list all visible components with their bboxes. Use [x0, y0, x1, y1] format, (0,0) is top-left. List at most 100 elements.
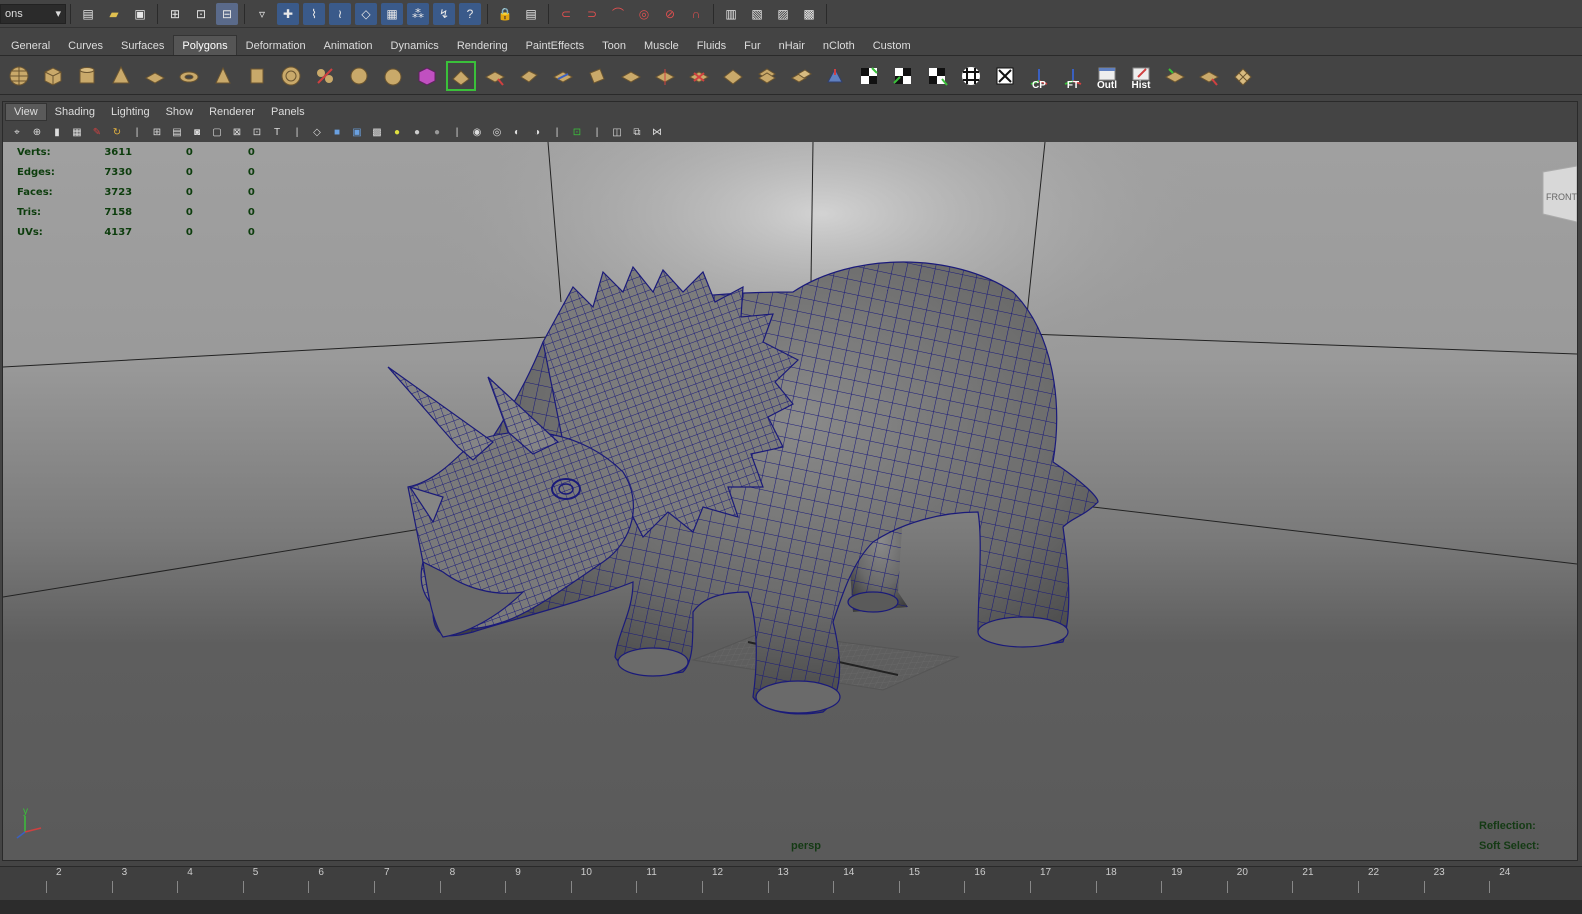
tab-muscle[interactable]: Muscle [635, 35, 688, 55]
safe-title-icon[interactable]: T [269, 124, 285, 140]
tab-nhair[interactable]: nHair [770, 35, 814, 55]
hypershade-icon[interactable]: ▨ [772, 3, 794, 25]
poly-prism-icon[interactable] [208, 61, 238, 91]
motion-blur-icon[interactable]: ◐ [509, 124, 525, 140]
safe-action-icon[interactable]: ⊡ [249, 124, 265, 140]
separate-icon[interactable] [344, 61, 374, 91]
tab-deformation[interactable]: Deformation [237, 35, 315, 55]
outliner-icon[interactable]: Outl [1092, 61, 1122, 91]
offset-edge-loop-icon[interactable] [616, 61, 646, 91]
insert-edge-loop-icon[interactable] [582, 61, 612, 91]
menu-lighting[interactable]: Lighting [103, 103, 158, 121]
wireframe-on-shaded-icon[interactable]: ▣ [349, 124, 365, 140]
tab-toon[interactable]: Toon [593, 35, 635, 55]
input-connection-icon[interactable]: ⊂ [555, 3, 577, 25]
select-component-icon[interactable]: ⊟ [216, 2, 238, 25]
sculpt-icon[interactable] [820, 61, 850, 91]
render-settings-icon[interactable]: ∩ [685, 3, 707, 25]
tab-rendering[interactable]: Rendering [448, 35, 517, 55]
tab-dynamics[interactable]: Dynamics [382, 35, 448, 55]
poly-cone-icon[interactable] [106, 61, 136, 91]
menu-show[interactable]: Show [158, 103, 202, 121]
3d-viewport[interactable]: FRONT y Verts: 3611 0 0 Edges: 7330 0 0 … [3, 142, 1577, 860]
automatic-map-icon[interactable] [990, 61, 1020, 91]
poly-sphere-icon[interactable] [4, 61, 34, 91]
freeze-transforms-icon[interactable]: FT [1058, 61, 1088, 91]
save-scene-icon[interactable]: ▣ [129, 3, 151, 25]
tab-curves[interactable]: Curves [59, 35, 112, 55]
high-quality-icon[interactable]: ◉ [469, 124, 485, 140]
tab-painteffects[interactable]: PaintEffects [517, 35, 594, 55]
time-slider[interactable]: 2 3 4 5 6 7 8 9 10 11 12 13 14 15 16 17 18 19 20 21 22 23 24 [0, 866, 1582, 900]
magenta-cube-icon[interactable] [412, 61, 442, 91]
fill-hole-icon[interactable] [752, 61, 782, 91]
extract-icon[interactable] [786, 61, 816, 91]
grid-icon[interactable]: ⊞ [149, 124, 165, 140]
tab-surfaces[interactable]: Surfaces [112, 35, 173, 55]
snap-grid-icon[interactable]: ✚ [277, 2, 299, 25]
all-lights-icon[interactable]: ● [409, 124, 425, 140]
film-gate-icon[interactable]: ▤ [169, 124, 185, 140]
append-polygon-icon[interactable] [514, 61, 544, 91]
tab-general[interactable]: General [2, 35, 59, 55]
ambient-occlusion-icon[interactable]: ◎ [489, 124, 505, 140]
extrude-icon[interactable] [446, 60, 476, 91]
lasso-icon[interactable]: ▿ [251, 3, 273, 25]
render-batch-icon[interactable]: ▩ [798, 3, 820, 25]
tab-ncloth[interactable]: nCloth [814, 35, 864, 55]
menu-set-dropdown[interactable]: ons ▾ [0, 3, 66, 24]
snap-view-plane-icon[interactable]: ◇ [355, 2, 377, 25]
combine-icon[interactable] [310, 61, 340, 91]
bookmark-icon[interactable]: ▮ [49, 124, 65, 140]
mirror-geometry-icon[interactable] [1160, 61, 1190, 91]
xray-icon[interactable]: ◫ [609, 124, 625, 140]
snap-point-icon[interactable]: ≀ [329, 2, 351, 25]
camera-select-icon[interactable]: ⌖ [9, 124, 25, 140]
xray-joints-icon[interactable]: ⧉ [629, 124, 645, 140]
select-object-icon[interactable]: ⊡ [190, 3, 212, 25]
lock-icon[interactable]: 🔒 [494, 3, 516, 25]
image-plane-icon[interactable]: ▦ [69, 124, 85, 140]
poly-cylinder-icon[interactable] [72, 61, 102, 91]
construction-history-icon[interactable]: ⌒ [607, 3, 629, 25]
help-icon[interactable]: ? [459, 2, 481, 25]
tab-fluids[interactable]: Fluids [688, 35, 735, 55]
snap-live-icon[interactable]: ⁂ [407, 2, 429, 25]
wireframe-icon[interactable]: ◇ [309, 124, 325, 140]
cut-faces-icon[interactable] [650, 61, 680, 91]
split-polygon-icon[interactable] [548, 61, 578, 91]
history-delete-icon[interactable]: Hist [1126, 61, 1156, 91]
render-view-icon[interactable]: ▧ [746, 3, 768, 25]
ipr-render-icon[interactable]: ⊘ [659, 3, 681, 25]
range-slider[interactable] [0, 900, 1582, 914]
tab-custom[interactable]: Custom [864, 35, 920, 55]
poly-cube-icon[interactable] [38, 61, 68, 91]
clapper-icon[interactable]: ▥ [720, 3, 742, 25]
make-live-icon[interactable]: ↯ [433, 2, 455, 25]
poly-pipe-icon[interactable] [242, 61, 272, 91]
resolution-gate-icon[interactable]: ◙ [189, 124, 205, 140]
open-scene-icon[interactable]: ▰ [103, 3, 125, 25]
poly-plane-icon[interactable] [140, 61, 170, 91]
render-current-icon[interactable]: ◎ [633, 3, 655, 25]
tab-polygons[interactable]: Polygons [173, 35, 237, 55]
snap-surface-icon[interactable]: ▦ [381, 2, 403, 25]
textured-icon[interactable]: ▩ [369, 124, 385, 140]
duplicate-face-icon[interactable] [1194, 61, 1224, 91]
planar-map-icon[interactable] [888, 61, 918, 91]
field-chart-icon[interactable]: ⊠ [229, 124, 245, 140]
poly-torus-icon[interactable] [174, 61, 204, 91]
snap-curve-icon[interactable]: ⌇ [303, 2, 325, 25]
grid-plane-icon[interactable] [1228, 61, 1258, 91]
center-pivot-icon[interactable]: CP [1024, 61, 1054, 91]
menu-renderer[interactable]: Renderer [201, 103, 263, 121]
output-connection-icon[interactable]: ⊃ [581, 3, 603, 25]
collapse-icon[interactable] [718, 61, 748, 91]
shadows-icon[interactable]: ● [429, 124, 445, 140]
isolate-select-icon[interactable]: ⊡ [569, 124, 585, 140]
history-icon[interactable]: ▤ [520, 3, 542, 25]
gate-mask-icon[interactable]: ▢ [209, 124, 225, 140]
select-hierarchy-icon[interactable]: ⊞ [164, 3, 186, 25]
grease-pencil-icon[interactable]: ✎ [89, 124, 105, 140]
menu-panels[interactable]: Panels [263, 103, 313, 121]
